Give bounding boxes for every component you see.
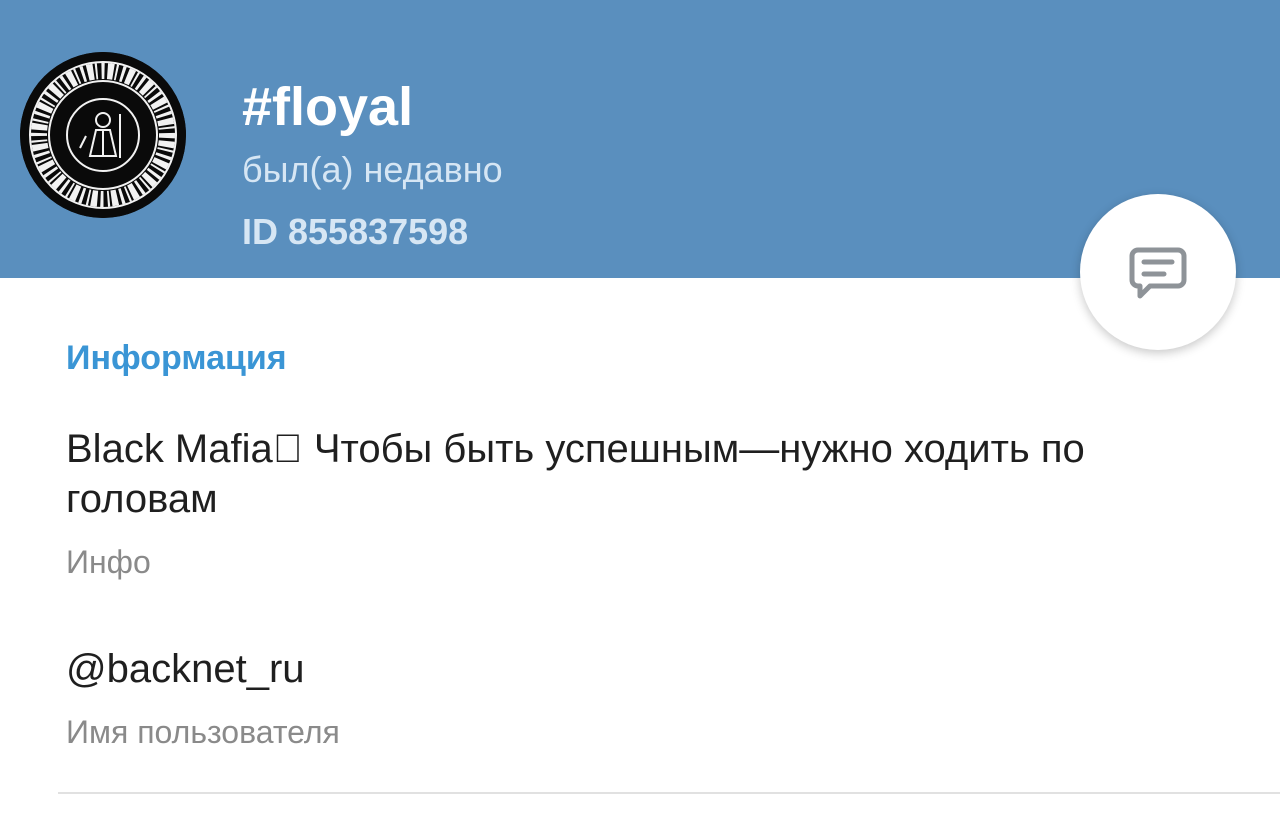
username-value[interactable]: @backnet_ru xyxy=(66,644,305,694)
username-label: Имя пользователя xyxy=(66,714,340,750)
bio-text[interactable]: Black Mafia⃠ Чтобы быть успешным—нужно х… xyxy=(66,424,1216,524)
avatar-seal-image xyxy=(20,52,186,218)
section-divider xyxy=(58,792,1280,794)
bio-label: Инфо xyxy=(66,544,151,580)
profile-screen: #floyal был(а) недавно ID 855837598 Инфо… xyxy=(0,0,1280,828)
message-icon xyxy=(1129,247,1187,299)
send-message-button[interactable] xyxy=(1080,194,1236,350)
profile-id: ID 855837598 xyxy=(242,211,469,252)
profile-avatar[interactable] xyxy=(20,52,186,218)
info-section-title: Информация xyxy=(66,339,287,377)
profile-status: был(а) недавно xyxy=(242,149,503,190)
profile-name: #floyal xyxy=(242,77,414,137)
